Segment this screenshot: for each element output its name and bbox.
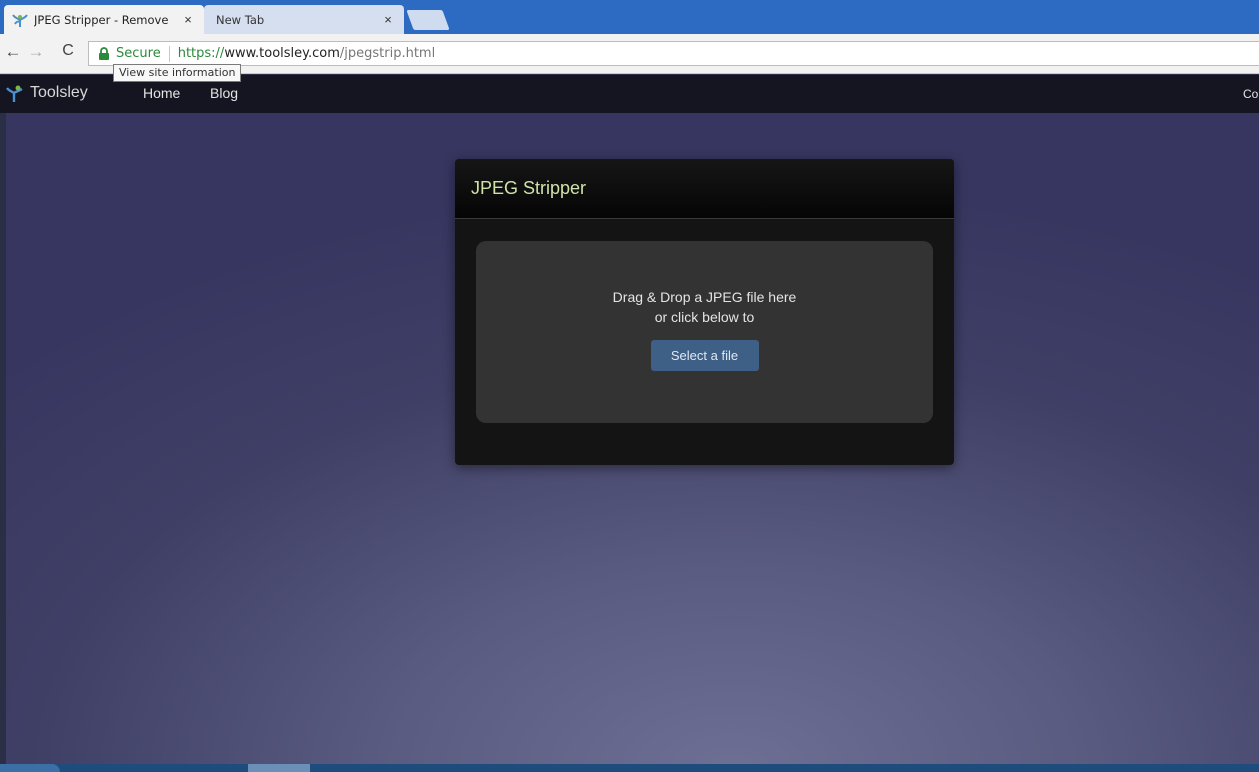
site-info-tooltip: View site information	[113, 64, 242, 82]
nav-right-link[interactable]: Co	[1243, 87, 1258, 101]
drop-instruction: Drag & Drop a JPEG file here	[612, 289, 797, 305]
toolsley-logo-icon	[6, 83, 26, 103]
toolsley-favicon-icon	[12, 12, 28, 28]
taskbar-app-chrome[interactable]	[248, 764, 310, 772]
brand-name: Toolsley	[30, 84, 88, 101]
file-drop-zone[interactable]: Drag & Drop a JPEG file here or click be…	[476, 241, 933, 423]
tab-new-tab[interactable]: New Tab ×	[204, 5, 404, 34]
tab-title: New Tab	[216, 12, 265, 27]
tab-jpeg-stripper[interactable]: JPEG Stripper - Remove ×	[4, 5, 204, 34]
tab-strip: JPEG Stripper - Remove × New Tab ×	[0, 0, 1259, 34]
reload-icon[interactable]: C	[57, 42, 79, 60]
os-taskbar	[0, 764, 1259, 772]
brand-link[interactable]: Toolsley	[6, 83, 88, 103]
select-file-button[interactable]: Select a file	[650, 340, 759, 371]
panel-title: JPEG Stripper	[471, 178, 587, 198]
lock-icon[interactable]	[97, 46, 111, 61]
nav-blog-link[interactable]: Blog	[210, 85, 238, 101]
address-divider	[168, 45, 170, 62]
tab-title: JPEG Stripper - Remove	[34, 12, 169, 27]
url-path: /jpegstrip.html	[339, 46, 436, 61]
back-arrow-icon[interactable]: ←	[2, 42, 24, 62]
new-tab-button[interactable]	[406, 10, 450, 30]
jpeg-stripper-panel: JPEG Stripper Drag & Drop a JPEG file he…	[455, 159, 954, 465]
start-button[interactable]	[0, 764, 60, 772]
drop-instruction-secondary: or click below to	[654, 309, 755, 325]
close-tab-icon[interactable]: ×	[378, 12, 398, 27]
url-host: www.toolsley.com	[224, 46, 340, 61]
forward-arrow-icon[interactable]: →	[25, 42, 47, 62]
secure-label[interactable]: Secure	[116, 46, 161, 61]
address-bar[interactable]: Secure https://www.toolsley.com/jpegstri…	[88, 41, 1259, 66]
close-tab-icon[interactable]: ×	[178, 12, 198, 27]
url-scheme: https://	[177, 46, 225, 61]
panel-header: JPEG Stripper	[455, 159, 954, 219]
nav-home-link[interactable]: Home	[143, 85, 180, 101]
